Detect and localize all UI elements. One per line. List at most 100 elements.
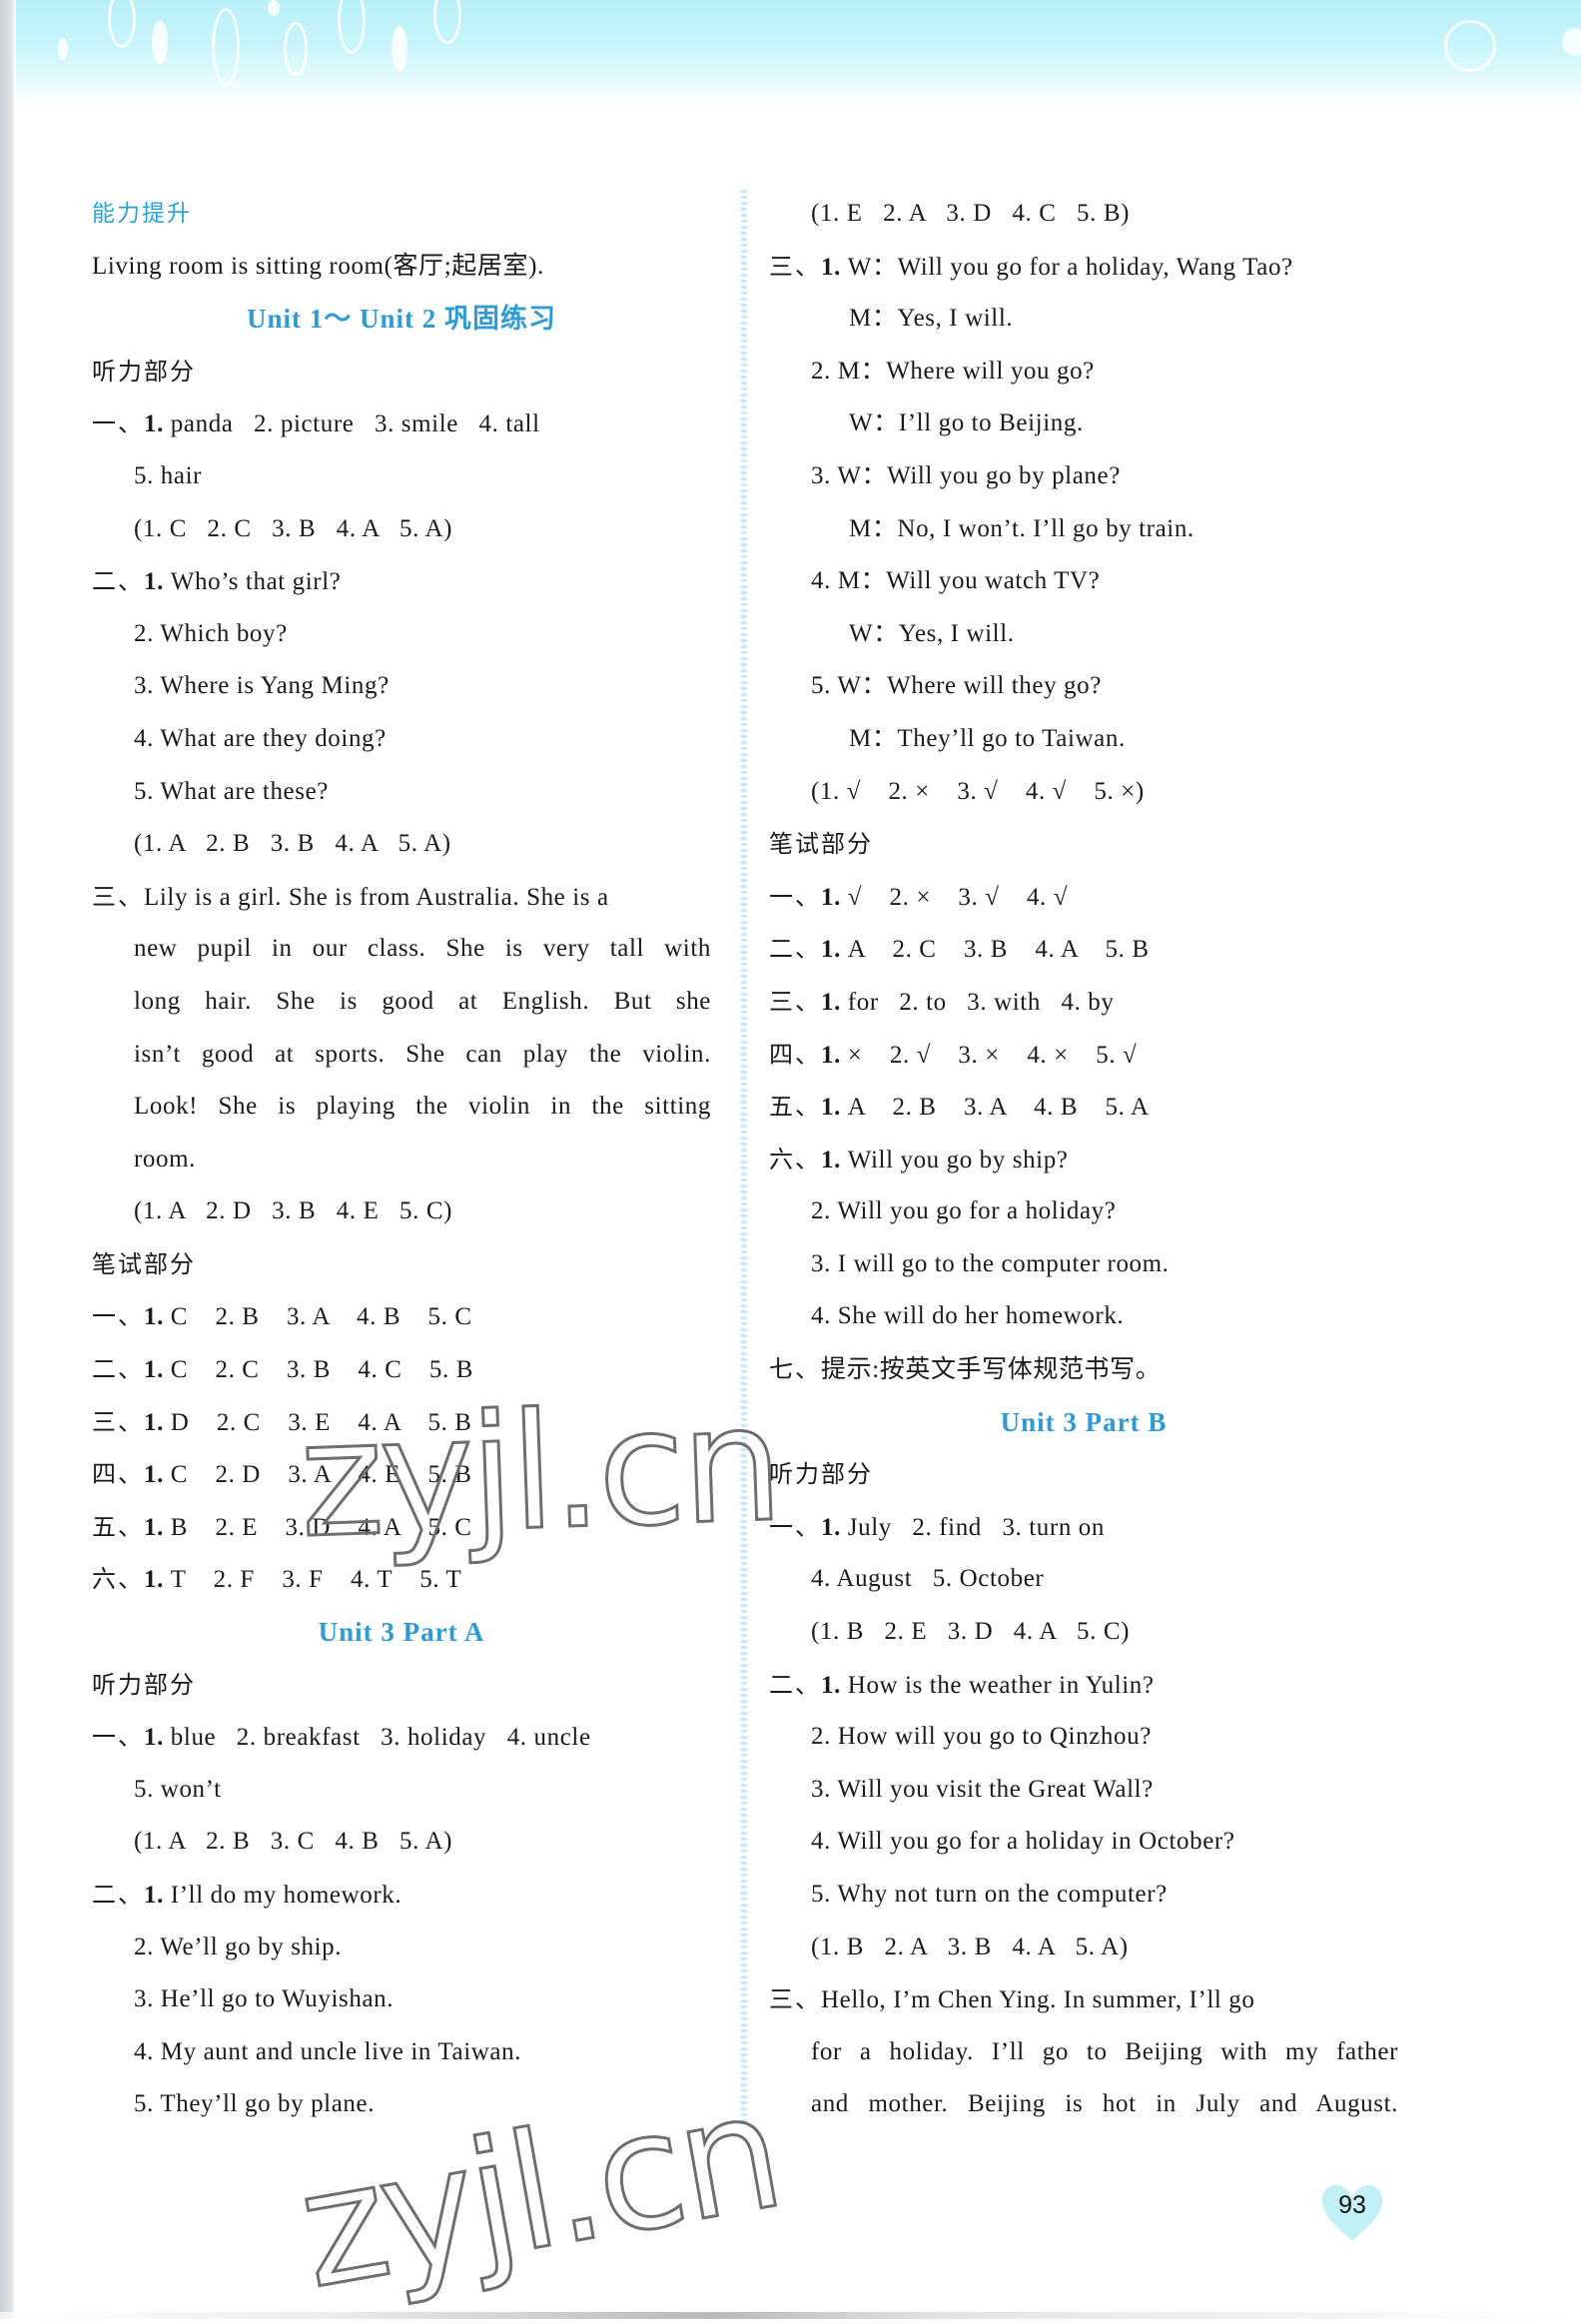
answer-line: (1. B 2. A 3. B 4. A 5. A)	[811, 1933, 1129, 1960]
answer-line: 2. We’ll go by ship.	[134, 1933, 343, 1960]
bubble-decoration	[1562, 28, 1581, 56]
answer-line: 4. M：Will you watch TV?	[811, 567, 1101, 595]
item-number: 1.	[821, 253, 841, 281]
answer-text: July 2. find 3. turn on	[840, 1513, 1105, 1541]
item-number: 1.	[144, 1303, 164, 1331]
page-number-badge: 93	[1316, 2177, 1388, 2245]
bubble-decoration	[1444, 20, 1496, 72]
answer-text: C 2. C 3. B 4. C 5. B	[163, 1356, 473, 1384]
answer-line: 2. Which boy?	[134, 619, 288, 647]
answer-text: W：Will you go for a holiday, Wang Tao?	[840, 253, 1293, 281]
answer-line: 2. M：Where will you go?	[811, 357, 1095, 385]
answer-line: (1. A 2. D 3. B 4. E 5. C)	[134, 1197, 453, 1225]
answer-text: 提示:按英文手写体规范书写。	[821, 1356, 1162, 1384]
answer-line: 一、1. panda 2. picture 3. smile 4. tall	[92, 397, 711, 450]
unit-title: Unit 1～ Unit 2 巩固练习	[246, 304, 556, 335]
item-number: 1.	[821, 1146, 841, 1173]
question-number: 七、	[769, 1355, 821, 1384]
answer-line: 2. How will you go to Qinzhou?	[811, 1723, 1152, 1751]
answer-line: 三、1. for 2. to 3. with 4. by	[769, 976, 1398, 1029]
answer-text: C 2. B 3. A 4. B 5. C	[163, 1303, 472, 1331]
question-number: 三、	[769, 252, 821, 281]
item-number: 1.	[144, 1408, 164, 1436]
answer-text: A 2. B 3. A 4. B 5. A	[840, 1094, 1150, 1122]
question-number: 三、	[92, 1407, 144, 1436]
left-column: 能力提升 Living room is sitting room(客厅;起居室).…	[92, 188, 711, 2131]
answer-line: 五、1. A 2. B 3. A 4. B 5. A	[769, 1081, 1398, 1134]
section-heading: 能力提升	[92, 201, 192, 227]
item-number: 1.	[821, 1671, 841, 1699]
answer-line: M：No, I won’t. I’ll go by train.	[849, 514, 1194, 542]
item-number: 1.	[144, 568, 164, 596]
bubble-decoration	[392, 26, 407, 72]
column-divider	[741, 190, 747, 2122]
answer-line: M：Yes, I will.	[849, 305, 1014, 333]
answer-line: 5. Why not turn on the computer?	[811, 1881, 1168, 1908]
answer-line: 三、Lily is a girl. She is from Australia.…	[92, 871, 711, 924]
answer-line: (1. A 2. B 3. C 4. B 5. A)	[134, 1828, 453, 1856]
answer-line: isn’t good at sports. She can play the v…	[134, 1040, 711, 1068]
question-number: 四、	[92, 1460, 144, 1489]
bubble-decoration	[212, 8, 240, 86]
item-number: 1.	[144, 1566, 164, 1594]
bubble-decoration	[433, 0, 461, 44]
answer-line: Living room is sitting room(客厅;起居室).	[92, 252, 544, 280]
answer-line: 3. W：Will you go by plane?	[811, 461, 1121, 489]
answer-text: Will you go by ship?	[840, 1146, 1069, 1173]
answer-line: 3. Will you visit the Great Wall?	[811, 1775, 1154, 1803]
question-number: 二、	[769, 1670, 821, 1699]
answer-text: Hello, I’m Chen Ying. In summer, I’ll go	[821, 1986, 1255, 2014]
answer-line: 3. Where is Yang Ming?	[134, 672, 390, 700]
question-number: 四、	[769, 1040, 821, 1069]
item-number: 1.	[821, 936, 841, 964]
answer-line: W：I’ll go to Beijing.	[849, 409, 1084, 437]
item-number: 1.	[144, 410, 164, 438]
item-number: 1.	[144, 1461, 164, 1489]
unit-title: Unit 3 Part A	[318, 1617, 485, 1648]
answer-line: (1. √ 2. × 3. √ 4. √ 5. ×)	[811, 777, 1145, 805]
answer-line: 4. What are they doing?	[134, 724, 387, 752]
answer-line: (1. A 2. B 3. B 4. A 5. A)	[134, 830, 451, 858]
item-number: 1.	[144, 1724, 164, 1752]
item-number: 1.	[821, 1094, 841, 1122]
answer-line: 四、1. × 2. √ 3. × 4. × 5. √	[769, 1029, 1398, 1082]
answer-line: 4. August 5. October	[811, 1565, 1045, 1593]
answer-text: How is the weather in Yulin?	[840, 1671, 1155, 1699]
item-number: 1.	[821, 1513, 841, 1541]
decorative-header-band	[16, 0, 1581, 105]
question-number: 一、	[769, 882, 821, 911]
item-number: 1.	[821, 1041, 841, 1069]
answer-text: panda 2. picture 3. smile 4. tall	[163, 410, 540, 438]
answer-line: M：They’ll go to Taiwan.	[849, 724, 1126, 752]
answer-line: 4. Will you go for a holiday in October?	[811, 1828, 1235, 1856]
item-number: 1.	[144, 1356, 164, 1384]
question-number: 三、	[769, 1985, 821, 2014]
question-number: 六、	[769, 1145, 821, 1173]
question-number: 五、	[769, 1093, 821, 1122]
answer-text: Who’s that girl?	[163, 568, 342, 596]
answer-line: 5. won’t	[134, 1775, 222, 1803]
answer-text: A 2. C 3. B 4. A 5. B	[840, 936, 1150, 964]
answer-line: 一、1. July 2. find 3. turn on	[769, 1501, 1398, 1554]
page-number: 93	[1338, 2191, 1366, 2219]
question-number: 一、	[92, 1302, 144, 1331]
answer-line: 一、1. blue 2. breakfast 3. holiday 4. unc…	[92, 1711, 711, 1764]
item-number: 1.	[144, 1882, 164, 1909]
answer-text: for 2. to 3. with 4. by	[840, 988, 1115, 1016]
question-number: 一、	[92, 1723, 144, 1752]
bubble-decoration	[58, 38, 68, 60]
answer-line: 一、1. C 2. B 3. A 4. B 5. C	[92, 1290, 711, 1343]
scan-edge	[0, 2312, 1581, 2319]
bubble-decoration	[108, 0, 136, 48]
answer-line: 一、1. √ 2. × 3. √ 4. √	[769, 871, 1398, 924]
answer-text: blue 2. breakfast 3. holiday 4. uncle	[163, 1724, 591, 1752]
page-edge-shadow	[0, 0, 16, 2319]
answer-line: 5. hair	[134, 461, 203, 489]
answer-line: for a holiday. I’ll go to Beijing with m…	[811, 2037, 1398, 2065]
answer-line: 六、1. Will you go by ship?	[769, 1134, 1398, 1186]
answer-line: 3. I will go to the computer room.	[811, 1249, 1170, 1277]
answer-line: 2. Will you go for a holiday?	[811, 1197, 1117, 1225]
item-number: 1.	[821, 988, 841, 1016]
question-number: 三、	[92, 882, 144, 911]
part-label: 听力部分	[769, 1460, 873, 1489]
